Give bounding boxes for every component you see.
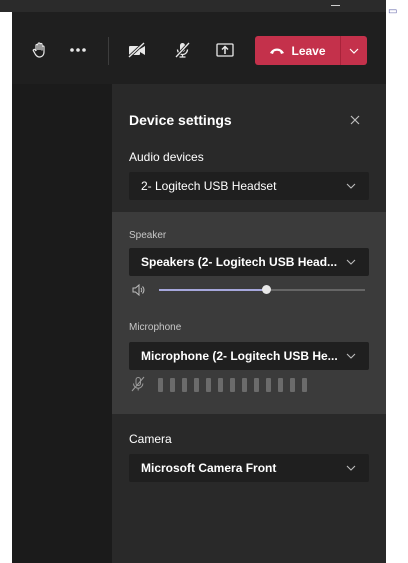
meter-bar xyxy=(206,378,211,392)
chat-icon: ▭ xyxy=(388,6,398,17)
more-actions-icon[interactable] xyxy=(68,40,88,60)
chevron-down-icon xyxy=(345,462,357,474)
meeting-toolbar: Leave xyxy=(12,12,386,84)
hang-up-icon xyxy=(270,48,285,54)
audio-device-value: 2- Logitech USB Headset xyxy=(141,179,277,193)
microphone-label: Microphone xyxy=(129,322,182,333)
meter-bar xyxy=(242,378,247,392)
close-icon[interactable] xyxy=(345,110,365,130)
volume-fill xyxy=(159,289,266,291)
meter-bar xyxy=(266,378,271,392)
camera-dropdown[interactable]: Microsoft Camera Front xyxy=(129,454,369,482)
panel-title: Device settings xyxy=(129,112,232,128)
meter-bar xyxy=(170,378,175,392)
leave-label: Leave xyxy=(291,43,326,58)
mic-off-icon[interactable] xyxy=(172,40,192,60)
meeting-stage xyxy=(12,84,112,563)
chevron-down-icon xyxy=(345,350,357,362)
leave-button[interactable]: Leave xyxy=(255,36,340,65)
volume-thumb[interactable] xyxy=(262,285,271,294)
camera-off-icon[interactable] xyxy=(127,40,147,60)
microphone-dropdown[interactable]: Microphone (2- Logitech USB He... xyxy=(129,342,369,370)
mic-muted-icon xyxy=(131,376,145,392)
meter-bar xyxy=(182,378,187,392)
meter-bar xyxy=(158,378,163,392)
leave-options-button[interactable] xyxy=(341,36,367,65)
meter-bar xyxy=(302,378,307,392)
meter-bar xyxy=(218,378,223,392)
chevron-down-icon xyxy=(349,48,359,54)
meter-bar xyxy=(290,378,295,392)
title-bar xyxy=(0,0,386,12)
speaker-label: Speaker xyxy=(129,230,167,241)
audio-devices-label: Audio devices xyxy=(129,150,204,164)
meter-bar xyxy=(278,378,283,392)
camera-device-value: Microsoft Camera Front xyxy=(141,461,277,475)
raise-hand-icon[interactable] xyxy=(30,40,50,60)
chevron-down-icon xyxy=(345,256,357,268)
meter-bar xyxy=(254,378,259,392)
speaker-volume-icon xyxy=(132,283,145,297)
microphone-level-meter xyxy=(158,378,307,392)
microphone-level-row xyxy=(129,376,369,394)
meter-bar xyxy=(194,378,199,392)
speaker-volume-slider[interactable] xyxy=(129,282,369,298)
microphone-device-value: Microphone (2- Logitech USB He... xyxy=(141,349,338,363)
device-settings-panel: Device settings Audio devices 2- Logitec… xyxy=(112,84,386,563)
share-screen-icon[interactable] xyxy=(215,40,235,60)
background-window-edge: ▭ xyxy=(386,0,408,563)
meter-bar xyxy=(230,378,235,392)
speaker-dropdown[interactable]: Speakers (2- Logitech USB Head... xyxy=(129,248,369,276)
leave-button-group: Leave xyxy=(255,36,367,65)
audio-device-dropdown[interactable]: 2- Logitech USB Headset xyxy=(129,172,369,200)
minimize-icon[interactable] xyxy=(331,5,340,6)
speaker-device-value: Speakers (2- Logitech USB Head... xyxy=(141,255,338,269)
toolbar-divider xyxy=(108,37,109,65)
camera-label: Camera xyxy=(129,432,172,446)
screenshot-frame: ▭ Leave Device settings Audio devices 2-… xyxy=(0,0,408,563)
chevron-down-icon xyxy=(345,180,357,192)
